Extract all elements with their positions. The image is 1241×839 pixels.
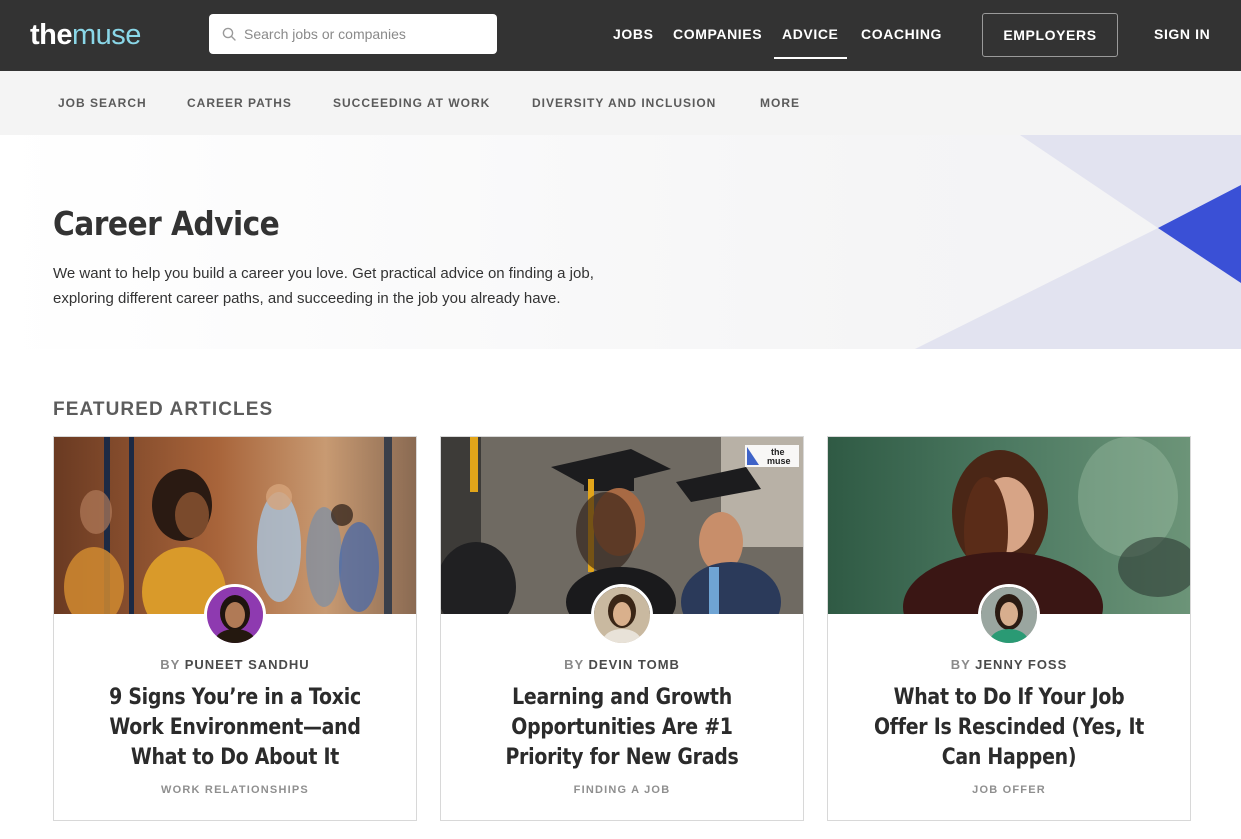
article-title[interactable]: What to Do If Your Job Offer Is Rescinde… xyxy=(867,683,1151,773)
author-name[interactable]: DEVIN TOMB xyxy=(589,657,680,672)
employers-button[interactable]: EMPLOYERS xyxy=(982,13,1118,57)
top-navigation-bar: themuse JOBS COMPANIES ADVICE COACHING E… xyxy=(0,0,1241,71)
article-byline: BY PUNEET SANDHU xyxy=(54,657,416,672)
subnav-career-paths[interactable]: CAREER PATHS xyxy=(187,71,292,135)
article-category[interactable]: JOB OFFER xyxy=(828,784,1190,796)
advice-subnav: JOB SEARCH CAREER PATHS SUCCEEDING AT WO… xyxy=(0,71,1241,135)
nav-coaching[interactable]: COACHING xyxy=(861,0,942,71)
article-card[interactable]: BY PUNEET SANDHU 9 Signs You’re in a Tox… xyxy=(53,436,417,821)
image-badge-muse: muse xyxy=(767,456,791,466)
article-title[interactable]: 9 Signs You’re in a Toxic Work Environme… xyxy=(93,683,377,773)
article-byline: BY JENNY FOSS xyxy=(828,657,1190,672)
subnav-succeeding-at-work[interactable]: SUCCEEDING AT WORK xyxy=(333,71,490,135)
nav-companies[interactable]: COMPANIES xyxy=(673,0,762,71)
byline-prefix: BY xyxy=(160,657,181,672)
author-avatar xyxy=(204,584,266,646)
hero-banner: Career Advice We want to help you build … xyxy=(0,135,1241,349)
sign-in-link[interactable]: SIGN IN xyxy=(1154,0,1210,71)
author-name[interactable]: JENNY FOSS xyxy=(975,657,1067,672)
article-category[interactable]: WORK RELATIONSHIPS xyxy=(54,784,416,796)
article-card[interactable]: the muse BY DEVIN TOMB Learning and Grow… xyxy=(440,436,804,821)
author-avatar xyxy=(591,584,653,646)
article-byline: BY DEVIN TOMB xyxy=(441,657,803,672)
byline-prefix: BY xyxy=(950,657,971,672)
logo-the: the xyxy=(30,19,73,51)
subnav-more[interactable]: MORE xyxy=(760,71,800,135)
nav-advice[interactable]: ADVICE xyxy=(774,0,846,71)
article-card[interactable]: BY JENNY FOSS What to Do If Your Job Off… xyxy=(827,436,1191,821)
byline-prefix: BY xyxy=(564,657,584,672)
search-input[interactable] xyxy=(244,14,489,54)
featured-articles-heading: FEATURED ARTICLES xyxy=(53,399,274,420)
page-title: Career Advice xyxy=(53,204,280,243)
article-title[interactable]: Learning and Growth Opportunities Are #1… xyxy=(480,683,764,773)
search-icon xyxy=(222,27,236,41)
logo-muse: muse xyxy=(72,19,141,51)
article-category[interactable]: FINDING A JOB xyxy=(441,784,803,796)
search-box[interactable] xyxy=(209,14,497,54)
hero-description: We want to help you build a career you l… xyxy=(53,265,594,307)
themuse-logo[interactable]: themuse xyxy=(30,17,141,53)
nav-jobs[interactable]: JOBS xyxy=(613,0,654,71)
author-avatar xyxy=(978,584,1040,646)
subnav-diversity-and-inclusion[interactable]: DIVERSITY AND INCLUSION xyxy=(532,71,716,135)
subnav-job-search[interactable]: JOB SEARCH xyxy=(58,71,147,135)
author-name[interactable]: PUNEET SANDHU xyxy=(185,657,310,672)
